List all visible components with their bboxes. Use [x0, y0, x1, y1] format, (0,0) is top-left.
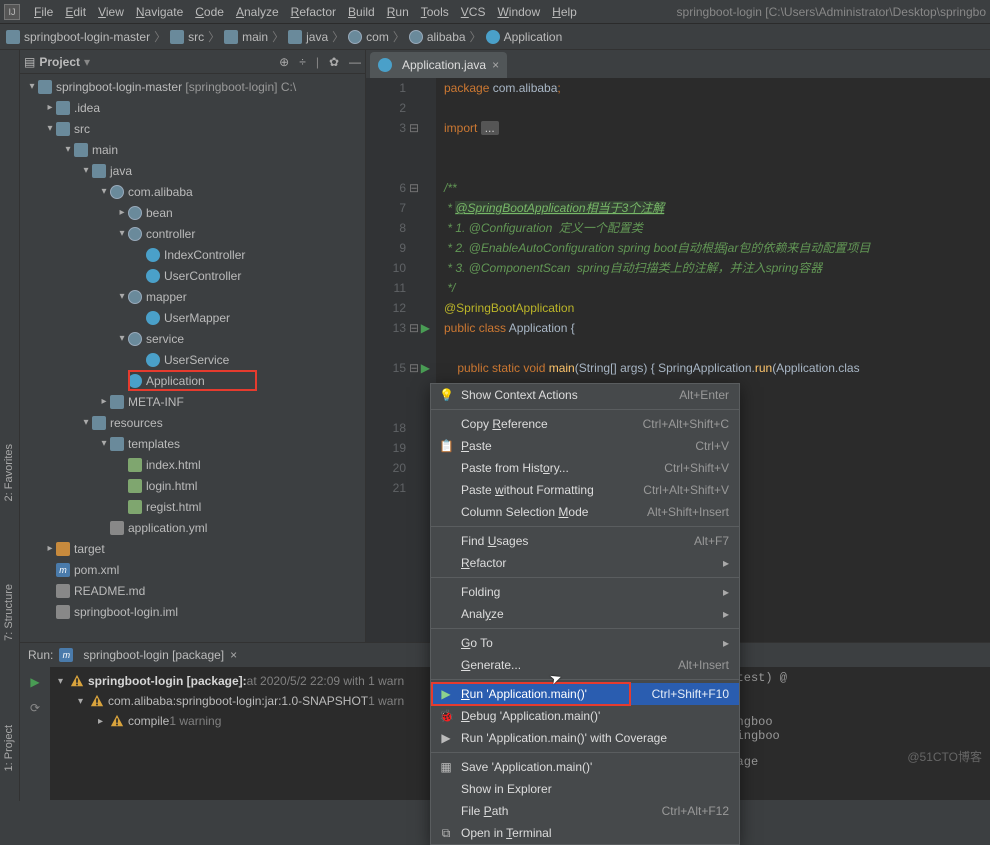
close-tab-icon[interactable]: ×: [492, 58, 499, 72]
menu-refactor[interactable]: Refactor: [285, 3, 342, 21]
class-icon: [378, 58, 392, 72]
app-logo-icon: IJ: [4, 4, 20, 20]
stop-icon[interactable]: ⟳: [26, 699, 44, 717]
menu-item[interactable]: Find UsagesAlt+F7: [431, 530, 739, 552]
menu-item[interactable]: Refactor▸: [431, 552, 739, 574]
project-tool-window: ▤ Project ▾ ⊕ ÷ | ✿ — ▾springboot-login-…: [20, 50, 366, 642]
menu-item[interactable]: Column Selection ModeAlt+Shift+Insert: [431, 501, 739, 523]
scroll-icon[interactable]: ÷: [299, 55, 306, 69]
breadcrumb-item[interactable]: java: [288, 30, 328, 44]
window-title-path: springboot-login [C:\Users\Administrator…: [677, 5, 986, 19]
menu-item[interactable]: ▶Run 'Application.main()' with Coverage: [431, 727, 739, 749]
tree-usercontroller[interactable]: UserController: [20, 265, 365, 286]
menu-navigate[interactable]: Navigate: [130, 3, 189, 21]
tree-readme[interactable]: README.md: [20, 580, 365, 601]
run-gutter-icon[interactable]: ▶: [421, 318, 430, 338]
tool-favorites-tab[interactable]: 2: Favorites: [3, 444, 15, 501]
context-menu: 💡Show Context ActionsAlt+Enter Copy Refer…: [430, 383, 740, 845]
tree-src[interactable]: ▾src: [20, 118, 365, 139]
navigation-bar: springboot-login-master〉src〉main〉java〉co…: [0, 24, 990, 50]
tree-mapper[interactable]: ▾mapper: [20, 286, 365, 307]
menu-code[interactable]: Code: [189, 3, 230, 21]
tree-usermapper[interactable]: UserMapper: [20, 307, 365, 328]
tree-target[interactable]: ▸target: [20, 538, 365, 559]
menu-item[interactable]: 🐞Debug 'Application.main()': [431, 705, 739, 727]
tree-application-class[interactable]: Application: [20, 370, 365, 391]
editor-gutter: 1236789101112131518192021 ⊟ ⊟ ▶ ⊟ ▶ ⊟: [366, 78, 436, 642]
settings-icon[interactable]: ✿: [329, 55, 339, 69]
hide-icon[interactable]: —: [349, 55, 361, 69]
menu-edit[interactable]: Edit: [59, 3, 92, 21]
rerun-icon[interactable]: ▶: [26, 673, 44, 691]
tree-loginhtml[interactable]: login.html: [20, 475, 365, 496]
project-tree[interactable]: ▾springboot-login-master [springboot-log…: [20, 74, 365, 642]
menu-item[interactable]: ▶Run 'Application.main()'Ctrl+Shift+F10: [431, 683, 739, 705]
tool-project-tab[interactable]: 1: Project: [3, 725, 15, 771]
menu-help[interactable]: Help: [546, 3, 583, 21]
maven-icon: m: [59, 648, 73, 662]
breadcrumb-item[interactable]: springboot-login-master: [6, 30, 150, 44]
breadcrumb-item[interactable]: alibaba: [409, 30, 466, 44]
tree-registhtml[interactable]: regist.html: [20, 496, 365, 517]
run-toolbar: ▶ ⟳: [20, 667, 50, 800]
locate-icon[interactable]: ⊕: [279, 55, 289, 69]
run-gutter-icon[interactable]: ▶: [421, 358, 430, 378]
tree-java[interactable]: ▾java: [20, 160, 365, 181]
tree-templates[interactable]: ▾templates: [20, 433, 365, 454]
menu-item[interactable]: 💡Show Context ActionsAlt+Enter: [431, 384, 739, 406]
menu-vcs[interactable]: VCS: [455, 3, 492, 21]
tree-bean[interactable]: ▸bean: [20, 202, 365, 223]
menu-view[interactable]: View: [92, 3, 130, 21]
tree-main[interactable]: ▾main: [20, 139, 365, 160]
tree-pom[interactable]: mpom.xml: [20, 559, 365, 580]
menu-item[interactable]: Folding▸: [431, 581, 739, 603]
tree-indexcontroller[interactable]: IndexController: [20, 244, 365, 265]
tree-userservice[interactable]: UserService: [20, 349, 365, 370]
menu-item[interactable]: Copy ReferenceCtrl+Alt+Shift+C: [431, 413, 739, 435]
tool-structure-tab[interactable]: 7: Structure: [3, 584, 15, 641]
breadcrumb-item[interactable]: Application: [486, 30, 563, 44]
menu-item[interactable]: Generate...Alt+Insert: [431, 654, 739, 676]
run-label: Run:: [28, 648, 53, 662]
breadcrumb-item[interactable]: src: [170, 30, 204, 44]
run-config-name[interactable]: springboot-login [package]: [83, 648, 224, 662]
tree-pkg[interactable]: ▾com.alibaba: [20, 181, 365, 202]
menu-item[interactable]: ⧉Open in Terminal: [431, 822, 739, 844]
close-icon[interactable]: ×: [230, 648, 237, 662]
tree-controller[interactable]: ▾controller: [20, 223, 365, 244]
menu-bar: IJ FileEditViewNavigateCodeAnalyzeRefact…: [0, 0, 990, 24]
menu-file[interactable]: File: [28, 3, 59, 21]
tree-idea[interactable]: ▸.idea: [20, 97, 365, 118]
watermark: @51CTO博客: [907, 748, 982, 765]
tree-iml[interactable]: springboot-login.iml: [20, 601, 365, 622]
editor-tabs: Application.java ×: [366, 50, 990, 78]
menu-item[interactable]: ▦Save 'Application.main()': [431, 756, 739, 778]
menu-window[interactable]: Window: [491, 3, 546, 21]
menu-analyze[interactable]: Analyze: [230, 3, 285, 21]
menu-item[interactable]: File PathCtrl+Alt+F12: [431, 800, 739, 822]
tree-metainf[interactable]: ▸META-INF: [20, 391, 365, 412]
editor-tab-label: Application.java: [402, 58, 486, 72]
breadcrumb-item[interactable]: main: [224, 30, 268, 44]
menu-item[interactable]: Show in Explorer: [431, 778, 739, 800]
menu-item[interactable]: Analyze▸: [431, 603, 739, 625]
editor-tab-application[interactable]: Application.java ×: [370, 52, 507, 78]
menu-item[interactable]: Paste from History...Ctrl+Shift+V: [431, 457, 739, 479]
breadcrumb-item[interactable]: com: [348, 30, 389, 44]
menu-tools[interactable]: Tools: [415, 3, 455, 21]
menu-item[interactable]: 📋PasteCtrl+V: [431, 435, 739, 457]
menu-item[interactable]: Go To▸: [431, 632, 739, 654]
tree-appyml[interactable]: application.yml: [20, 517, 365, 538]
tool-window-strip-left: 2: Favorites 7: Structure 1: Project: [0, 50, 20, 801]
tree-root[interactable]: ▾springboot-login-master [springboot-log…: [20, 76, 365, 97]
project-view-title[interactable]: Project: [39, 55, 80, 69]
menu-build[interactable]: Build: [342, 3, 381, 21]
menu-item[interactable]: Paste without FormattingCtrl+Alt+Shift+V: [431, 479, 739, 501]
tree-resources[interactable]: ▾resources: [20, 412, 365, 433]
tree-indexhtml[interactable]: index.html: [20, 454, 365, 475]
tree-service[interactable]: ▾service: [20, 328, 365, 349]
menu-run[interactable]: Run: [381, 3, 415, 21]
